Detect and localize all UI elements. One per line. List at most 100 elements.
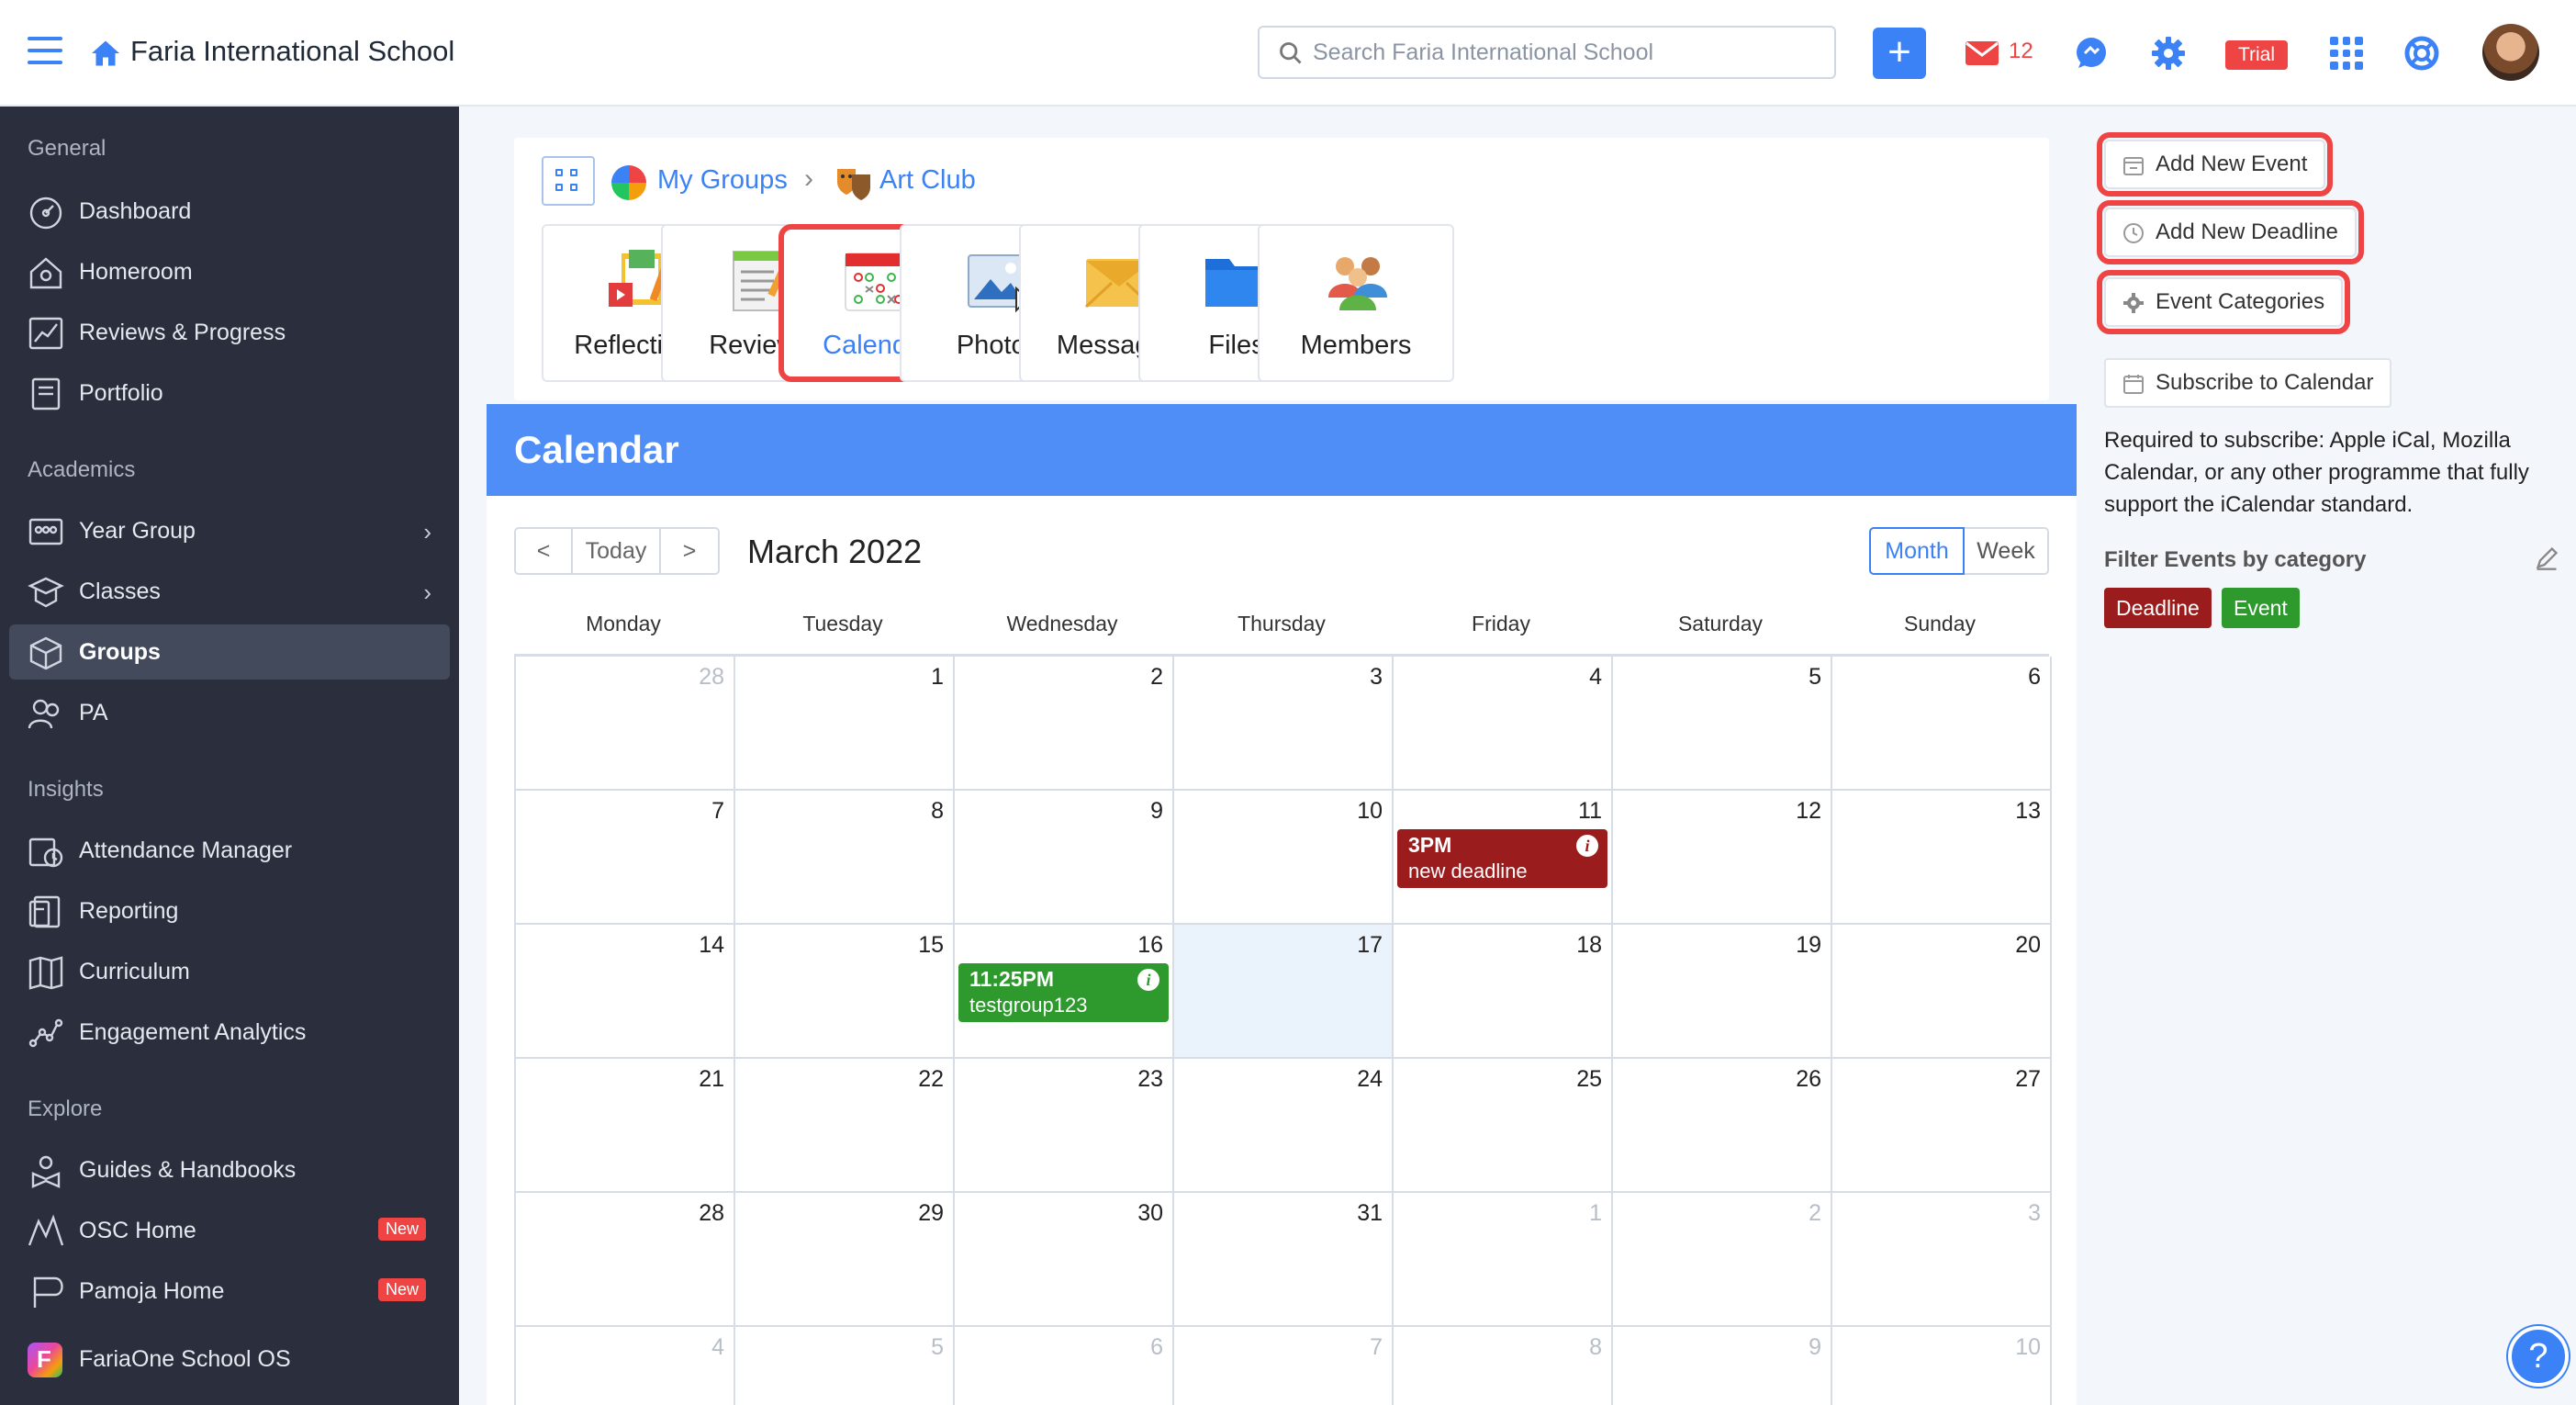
- day-cell[interactable]: 6: [1832, 657, 2052, 791]
- sidebar-item-pa[interactable]: PA: [9, 685, 450, 740]
- day-cell[interactable]: 7: [1174, 1327, 1394, 1405]
- hamburger-menu-icon[interactable]: [28, 37, 62, 70]
- info-icon[interactable]: i: [1576, 835, 1598, 857]
- day-cell[interactable]: 2: [1613, 1193, 1832, 1327]
- day-cell[interactable]: 27: [1832, 1059, 2052, 1193]
- day-cell[interactable]: 17: [1174, 925, 1394, 1059]
- breadcrumb-my-groups[interactable]: My Groups: [657, 165, 788, 196]
- month-view-button[interactable]: Month: [1869, 527, 1965, 575]
- help-question-button[interactable]: ?: [2508, 1326, 2569, 1387]
- sidebar-item-dashboard[interactable]: Dashboard: [9, 184, 450, 239]
- search-input[interactable]: [1313, 35, 1818, 70]
- day-cell[interactable]: 21: [516, 1059, 735, 1193]
- day-number: 1: [931, 664, 944, 690]
- day-cell[interactable]: 10: [1832, 1327, 2052, 1405]
- event-time: 11:25PM: [969, 967, 1055, 991]
- sidebar-item-guides-handbooks[interactable]: Guides & Handbooks: [9, 1142, 450, 1197]
- category-chip-event[interactable]: Event: [2222, 588, 2300, 628]
- day-cell[interactable]: 31: [1174, 1193, 1394, 1327]
- sidebar-item-curriculum[interactable]: Curriculum: [9, 944, 450, 999]
- day-cell[interactable]: 14: [516, 925, 735, 1059]
- user-avatar[interactable]: [2482, 24, 2539, 81]
- day-cell[interactable]: 3: [1832, 1193, 2052, 1327]
- calendar-event[interactable]: 3PM new deadline i: [1397, 829, 1607, 888]
- next-month-button[interactable]: >: [661, 529, 718, 573]
- search-box[interactable]: [1258, 26, 1836, 79]
- day-cell[interactable]: 9: [1613, 1327, 1832, 1405]
- day-cell[interactable]: 8: [735, 791, 955, 925]
- day-cell[interactable]: 5: [1613, 657, 1832, 791]
- lifebuoy-help-icon[interactable]: [2403, 35, 2440, 72]
- mail-count[interactable]: 12: [2009, 39, 2033, 64]
- my-groups-icon: [611, 165, 646, 200]
- day-cell[interactable]: 11 3PM new deadline i: [1394, 791, 1613, 925]
- day-cell[interactable]: 4: [516, 1327, 735, 1405]
- subscribe-calendar-button[interactable]: Subscribe to Calendar: [2104, 358, 2392, 408]
- day-cell[interactable]: 16 11:25PM testgroup123 i: [955, 925, 1174, 1059]
- sidebar-item-year-group[interactable]: Year Group ›: [9, 503, 450, 558]
- day-cell[interactable]: 24: [1174, 1059, 1394, 1193]
- day-cell[interactable]: 22: [735, 1059, 955, 1193]
- category-chip-deadline[interactable]: Deadline: [2104, 588, 2212, 628]
- trial-badge[interactable]: Trial: [2225, 40, 2288, 70]
- day-cell[interactable]: 8: [1394, 1327, 1613, 1405]
- chat-icon[interactable]: [2073, 35, 2110, 72]
- day-cell[interactable]: 2: [955, 657, 1174, 791]
- sidebar-item-fariaone[interactable]: FariaOne School OS: [9, 1332, 450, 1387]
- sidebar-item-reviews-progress[interactable]: Reviews & Progress: [9, 305, 450, 360]
- day-cell[interactable]: 12: [1613, 791, 1832, 925]
- day-cell[interactable]: 29: [735, 1193, 955, 1327]
- school-title[interactable]: Faria International School: [130, 35, 454, 68]
- prev-month-button[interactable]: <: [516, 529, 573, 573]
- calendar-body: < Today > March 2022 Month Week Monday T…: [487, 496, 2077, 1405]
- day-cell[interactable]: 9: [955, 791, 1174, 925]
- sidebar-item-classes[interactable]: Classes ›: [9, 564, 450, 619]
- add-button[interactable]: +: [1873, 28, 1926, 79]
- sidebar-item-portfolio[interactable]: Portfolio: [9, 365, 450, 421]
- add-new-event-button[interactable]: Add New Event: [2096, 132, 2334, 197]
- day-cell[interactable]: 3: [1174, 657, 1394, 791]
- sidebar-item-reporting[interactable]: Reporting: [9, 883, 450, 939]
- guides-icon: [31, 1155, 61, 1188]
- day-number: 6: [1150, 1334, 1163, 1360]
- day-cell[interactable]: 7: [516, 791, 735, 925]
- day-cell[interactable]: 6: [955, 1327, 1174, 1405]
- day-cell[interactable]: 15: [735, 925, 955, 1059]
- sidebar-item-groups[interactable]: Groups: [9, 624, 450, 680]
- theatre-masks-icon: [837, 169, 870, 200]
- info-icon[interactable]: i: [1137, 969, 1159, 991]
- day-cell[interactable]: 28: [516, 1193, 735, 1327]
- day-cell[interactable]: 23: [955, 1059, 1174, 1193]
- day-cell[interactable]: 13: [1832, 791, 2052, 925]
- home-icon[interactable]: [88, 37, 123, 70]
- day-cell[interactable]: 19: [1613, 925, 1832, 1059]
- mail-icon[interactable]: [1965, 40, 1999, 66]
- event-categories-button[interactable]: Event Categories: [2096, 270, 2351, 334]
- day-cell[interactable]: 28: [516, 657, 735, 791]
- new-badge: New: [377, 1278, 426, 1301]
- day-cell[interactable]: 10: [1174, 791, 1394, 925]
- sidebar-item-attendance-manager[interactable]: Attendance Manager: [9, 823, 450, 878]
- sidebar-item-engagement-analytics[interactable]: Engagement Analytics: [9, 1005, 450, 1060]
- tile-members[interactable]: Members: [1258, 224, 1454, 382]
- settings-gear-icon[interactable]: [2150, 35, 2187, 72]
- day-cell[interactable]: 1: [735, 657, 955, 791]
- group-grid-icon[interactable]: [542, 156, 595, 206]
- today-button[interactable]: Today: [573, 529, 661, 573]
- week-view-button[interactable]: Week: [1965, 527, 2049, 575]
- day-cell[interactable]: 4: [1394, 657, 1613, 791]
- day-cell[interactable]: 18: [1394, 925, 1613, 1059]
- day-cell[interactable]: 30: [955, 1193, 1174, 1327]
- pencil-edit-icon[interactable]: [2534, 545, 2559, 571]
- sidebar-item-osc-home[interactable]: OSC Home New: [9, 1203, 450, 1258]
- sidebar-item-homeroom[interactable]: Homeroom: [9, 244, 450, 299]
- apps-grid-icon[interactable]: [2330, 37, 2363, 70]
- day-cell[interactable]: 20: [1832, 925, 2052, 1059]
- day-cell[interactable]: 25: [1394, 1059, 1613, 1193]
- day-cell[interactable]: 1: [1394, 1193, 1613, 1327]
- add-new-deadline-button[interactable]: Add New Deadline: [2097, 200, 2364, 264]
- calendar-event[interactable]: 11:25PM testgroup123 i: [958, 963, 1169, 1022]
- day-cell[interactable]: 26: [1613, 1059, 1832, 1193]
- day-cell[interactable]: 5: [735, 1327, 955, 1405]
- sidebar-item-pamoja-home[interactable]: Pamoja Home New: [9, 1264, 450, 1319]
